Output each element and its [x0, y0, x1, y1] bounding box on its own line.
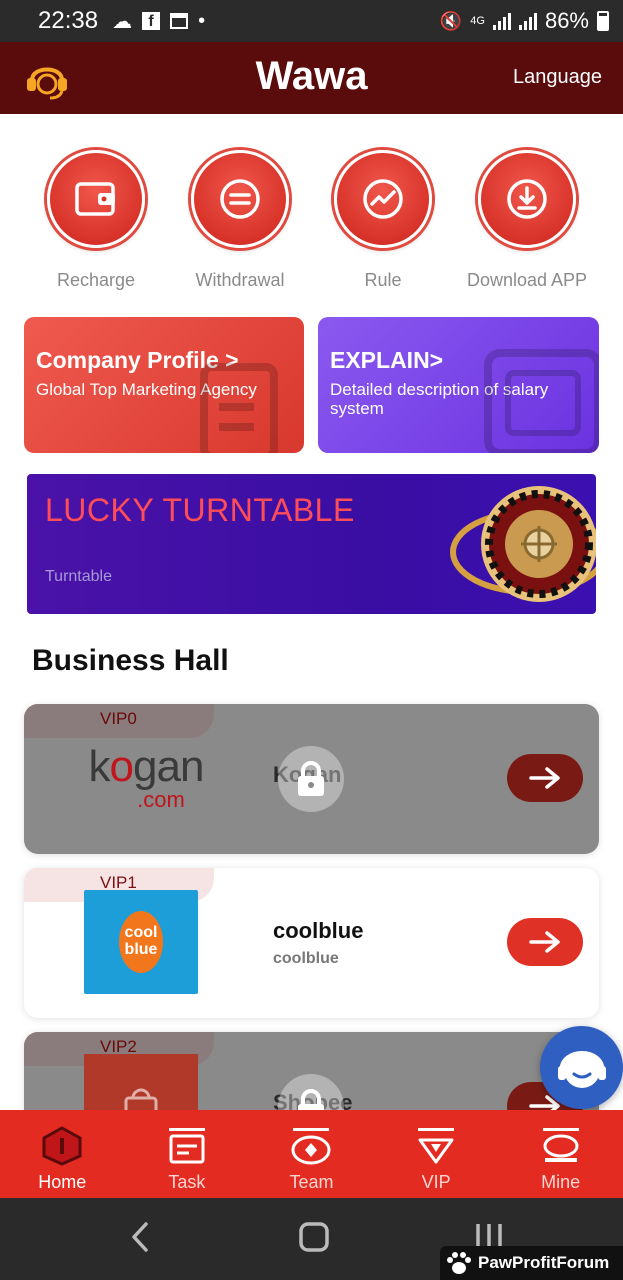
watermark: PawProfitForum — [440, 1246, 623, 1280]
nav-vip[interactable]: VIP — [374, 1110, 499, 1198]
company-profile-card[interactable]: Company Profile > Global Top Marketing A… — [24, 317, 304, 453]
nav-home[interactable]: Home — [0, 1110, 125, 1198]
facebook-icon: f — [142, 12, 161, 30]
language-button[interactable]: Language — [513, 66, 602, 89]
coolblue-logo: cool blue — [84, 890, 198, 994]
battery-icon — [597, 11, 609, 31]
home-icon — [42, 1126, 82, 1166]
nav-mine[interactable]: Mine — [498, 1110, 623, 1198]
bottom-nav: Home Task Team VIP Mine — [0, 1110, 623, 1198]
back-icon[interactable] — [128, 1220, 152, 1254]
vip-badge: VIP0 — [24, 704, 214, 738]
mute-icon: 🔇 — [439, 10, 463, 31]
nav-home-label: Home — [38, 1172, 87, 1192]
business-hall-title: Business Hall — [32, 644, 229, 677]
task-icon — [168, 1128, 205, 1164]
network-type: 4G — [470, 15, 485, 27]
cloud-icon: ☁ — [112, 10, 133, 33]
team-icon — [291, 1128, 331, 1165]
paw-icon — [447, 1252, 471, 1274]
business-name: coolblue — [273, 918, 364, 943]
nav-team[interactable]: Team — [249, 1110, 374, 1198]
download-icon — [507, 179, 547, 219]
floating-support-button[interactable] — [540, 1026, 623, 1109]
quick-actions: Recharge Withdrawal Rule Download APP — [0, 150, 623, 300]
vip-icon — [418, 1128, 455, 1164]
status-bar: 22:38 ☁ f • 🔇 4G 86% — [0, 0, 623, 42]
nav-vip-label: VIP — [421, 1172, 451, 1192]
headset-icon — [557, 1050, 606, 1088]
roulette-wheel-icon — [450, 486, 596, 602]
business-card-kogan[interactable]: VIP0 kogan .com Kogan — [24, 704, 599, 854]
home-button-icon[interactable] — [298, 1220, 330, 1254]
recharge-button[interactable]: Recharge — [21, 150, 171, 291]
explain-card[interactable]: EXPLAIN> Detailed description of salary … — [318, 317, 599, 453]
watermark-text: PawProfitForum — [478, 1253, 610, 1272]
document-decoration-icon — [200, 363, 278, 453]
trend-icon — [363, 179, 403, 219]
signal-icon — [492, 12, 511, 30]
download-app-button[interactable]: Download APP — [452, 150, 602, 291]
rule-button[interactable]: Rule — [308, 150, 458, 291]
business-card-coolblue[interactable]: VIP1 cool blue coolblue coolblue — [24, 868, 599, 1018]
lucky-turntable-subtitle: Turntable — [45, 568, 112, 585]
withdrawal-button[interactable]: Withdrawal — [165, 150, 315, 291]
status-time: 22:38 — [38, 7, 99, 34]
app-header: Wawa Language — [0, 42, 623, 114]
nav-task-label: Task — [168, 1172, 206, 1192]
nav-task[interactable]: Task — [125, 1110, 250, 1198]
calendar-icon — [170, 13, 189, 29]
go-arrow-button[interactable] — [507, 754, 583, 802]
wallet-icon — [75, 182, 115, 216]
battery-text: 86% — [544, 8, 589, 33]
business-subtitle: coolblue — [273, 950, 339, 967]
nav-team-label: Team — [289, 1172, 334, 1192]
dot-icon: • — [198, 9, 206, 32]
go-arrow-button[interactable] — [507, 918, 583, 966]
nav-mine-label: Mine — [541, 1172, 581, 1192]
lucky-turntable-title: LUCKY TURNTABLE — [45, 492, 355, 528]
rule-label: Rule — [364, 270, 402, 290]
signal-icon-2 — [518, 12, 537, 30]
lucky-turntable-banner[interactable]: LUCKY TURNTABLE Turntable — [27, 474, 596, 614]
lock-icon — [278, 746, 344, 812]
mine-icon — [542, 1128, 579, 1162]
arrow-right-icon — [529, 767, 560, 789]
withdrawal-label: Withdrawal — [195, 270, 285, 290]
book-decoration-icon — [484, 349, 599, 453]
kogan-logo: kogan .com — [88, 742, 205, 812]
recharge-label: Recharge — [56, 270, 136, 290]
withdrawal-icon — [220, 179, 260, 219]
download-app-label: Download APP — [466, 270, 588, 290]
arrow-right-icon — [529, 931, 560, 953]
